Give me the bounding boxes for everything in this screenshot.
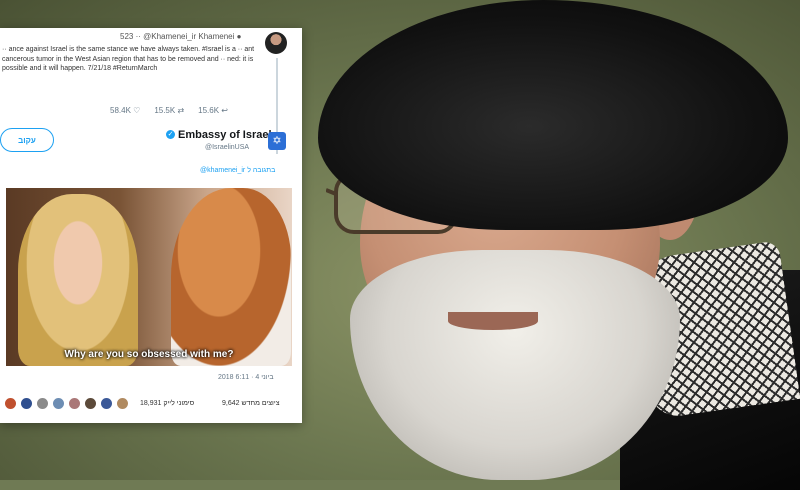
likes-stat[interactable]: 18,931 סימוני לייק xyxy=(140,400,194,407)
mouth xyxy=(448,312,538,330)
liker-avatar xyxy=(100,397,113,410)
liker-avatar xyxy=(36,397,49,410)
meme-caption: Why are you so obsessed with me? xyxy=(64,349,234,360)
liker-avatar xyxy=(116,397,129,410)
liker-avatar xyxy=(84,397,97,410)
khamenei-avatar[interactable] xyxy=(265,32,287,54)
liker-avatar xyxy=(52,397,65,410)
quoted-tweet-text: ·· ance against Israel is the same stanc… xyxy=(2,46,255,72)
account-name[interactable]: Embassy of Israel xyxy=(178,129,272,141)
israel-flag-avatar[interactable]: ✡ xyxy=(268,132,286,150)
account-handle[interactable]: @IsraelinUSA xyxy=(205,144,249,151)
in-reply-to[interactable]: @khamenei_ir בתגובה ל xyxy=(200,167,275,174)
tweet-actions: 58.4K ♡ 15.5K ⇄ 15.6K ↩ xyxy=(110,106,228,115)
liker-avatars[interactable] xyxy=(4,397,129,410)
meme-image[interactable]: Why are you so obsessed with me? xyxy=(6,188,292,366)
retweets-stat[interactable]: 9,642 ציוצים מחדש xyxy=(222,400,280,407)
verified-icon: ✓ xyxy=(166,130,175,139)
liker-avatar xyxy=(4,397,17,410)
reply-count[interactable]: 15.6K ↩ xyxy=(198,106,228,115)
blonde-girl xyxy=(18,194,138,366)
tweet-card: 523 ·· @Khamenei_ir Khamenei ● ·· ance a… xyxy=(0,28,302,423)
follow-button[interactable]: עקוב xyxy=(0,128,54,152)
redhead-girl xyxy=(171,188,291,366)
liker-avatar xyxy=(20,397,33,410)
retweet-count[interactable]: 15.5K ⇄ xyxy=(154,106,184,115)
reply-meta: 523 ·· @Khamenei_ir Khamenei ● xyxy=(120,32,242,41)
liker-avatar xyxy=(68,397,81,410)
like-count[interactable]: 58.4K ♡ xyxy=(110,106,140,115)
tweet-timestamp: 2018 ביוני 4 · 6:11 xyxy=(218,374,274,381)
